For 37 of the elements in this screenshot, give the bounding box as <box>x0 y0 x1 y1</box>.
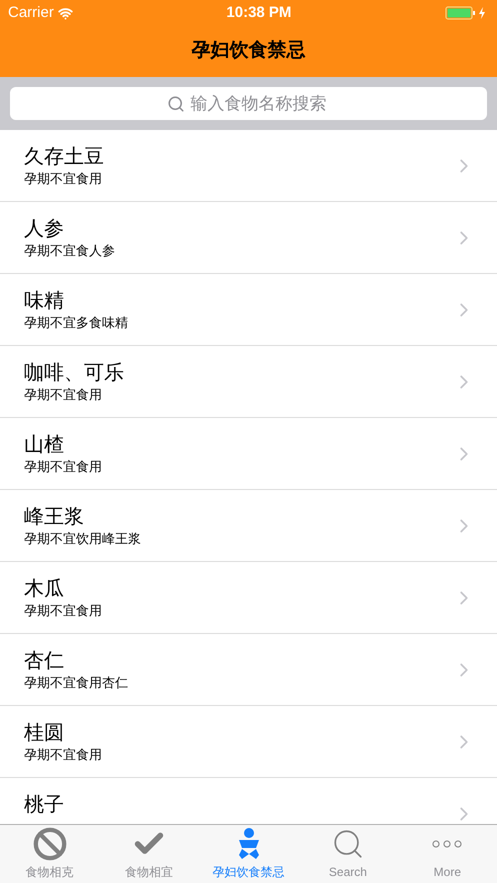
status-time: 10:38 PM <box>226 2 292 23</box>
list-item[interactable]: 味精 孕期不宜多食味精 <box>0 274 497 346</box>
nav-title: 孕妇饮食禁忌 <box>192 39 306 64</box>
list-item[interactable]: 桂圆 孕期不宜食用 <box>0 706 497 778</box>
list-item[interactable]: 杏仁 孕期不宜食用杏仁 <box>0 634 497 706</box>
item-title: 久存土豆 <box>24 145 105 170</box>
item-title: 峰王浆 <box>24 505 85 530</box>
item-subtitle: 孕期不宜食用杏仁 <box>24 674 129 691</box>
list-item[interactable]: 峰王浆 孕期不宜饮用峰王浆 <box>0 490 497 562</box>
search-field[interactable]: 输入食物名称搜索 <box>10 87 487 120</box>
search-icon <box>167 95 185 113</box>
item-title: 杏仁 <box>24 649 65 674</box>
item-subtitle: 孕期不宜食用 <box>24 386 103 403</box>
item-subtitle: 孕期不宜食用 <box>24 602 103 619</box>
prohibited-icon <box>32 827 67 861</box>
list-item[interactable]: 久存土豆 孕期不宜食用 <box>0 130 497 202</box>
list-item[interactable]: 木瓜 孕期不宜食用 <box>0 562 497 634</box>
list-item[interactable]: 人参 孕期不宜食人参 <box>0 202 497 274</box>
carrier-label: Carrier <box>8 2 54 23</box>
item-subtitle: 孕期不宜食用 <box>24 746 103 763</box>
tab-item[interactable]: 孕妇饮食禁忌 <box>198 825 298 883</box>
item-title: 咖啡、可乐 <box>24 361 125 386</box>
item-title: 桃子 <box>24 793 65 818</box>
item-title: 木瓜 <box>24 577 65 602</box>
item-subtitle: 孕期不宜多食味精 <box>24 314 129 331</box>
item-title: 桂圆 <box>24 721 65 746</box>
item-title: 人参 <box>24 217 65 242</box>
item-title: 味精 <box>24 289 65 314</box>
item-title: 山楂 <box>24 433 65 458</box>
item-subtitle: 孕期不宜食用 <box>24 170 103 187</box>
list-item[interactable]: 山楂 孕期不宜食用 <box>0 418 497 490</box>
wifi-icon <box>58 6 73 20</box>
item-subtitle: 孕期不宜食用 <box>24 458 103 475</box>
more-icon <box>432 840 462 848</box>
list-item[interactable]: 咖啡、可乐 孕期不宜食用 <box>0 346 497 418</box>
item-subtitle: 孕期不宜食人参 <box>24 242 116 259</box>
item-subtitle: 孕期不宜饮用峰王浆 <box>24 530 142 547</box>
